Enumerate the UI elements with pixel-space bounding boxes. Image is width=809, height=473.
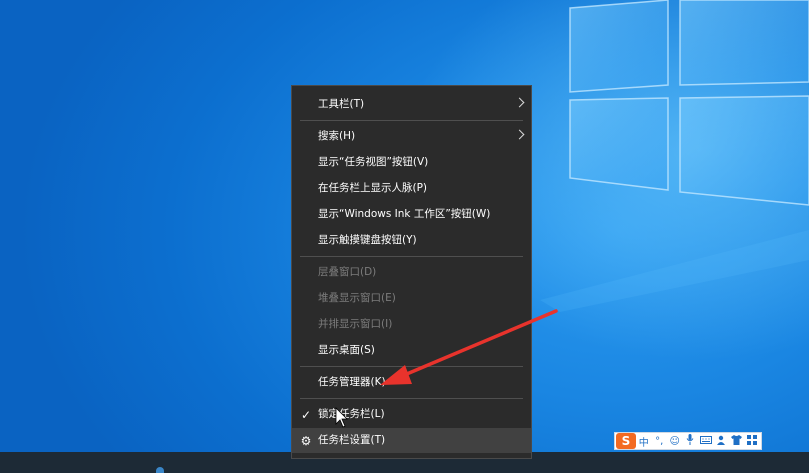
menu-item-label: 任务管理器(K): [318, 376, 386, 388]
grid-icon[interactable]: [745, 434, 761, 448]
chevron-right-icon: [514, 129, 525, 140]
menu-item-label: 显示“Windows Ink 工作区”按钮(W): [318, 208, 491, 220]
menu-item-show-touch-keyboard[interactable]: 显示触摸键盘按钮(Y): [292, 228, 531, 253]
menu-item-label: 任务栏设置(T): [318, 434, 386, 446]
menu-item-show-windows-ink-button[interactable]: 显示“Windows Ink 工作区”按钮(W): [292, 202, 531, 227]
menu-item-show-task-view-button[interactable]: 显示“任务视图”按钮(V): [292, 150, 531, 175]
checkmark-icon: ✓: [300, 407, 312, 422]
menu-item-show-people[interactable]: 在任务栏上显示人脉(P): [292, 176, 531, 201]
shirt-icon[interactable]: [729, 434, 745, 448]
menu-item-label: 显示桌面(S): [318, 344, 375, 356]
chevron-right-icon: [514, 97, 525, 108]
menu-item-label: 在任务栏上显示人脉(P): [318, 182, 428, 194]
menu-separator: [300, 398, 523, 399]
ime-toolbar[interactable]: S 中 °, ☺: [614, 432, 762, 450]
menu-item-search[interactable]: 搜索(H): [292, 124, 531, 149]
sogou-logo-icon[interactable]: S: [616, 433, 636, 449]
menu-item-label: 堆叠显示窗口(E): [318, 292, 396, 304]
menu-item-side-by-side-windows: 并排显示窗口(I): [292, 312, 531, 337]
menu-item-label: 并排显示窗口(I): [318, 318, 393, 330]
menu-item-label: 锁定任务栏(L): [318, 408, 385, 420]
emoji-icon[interactable]: ☺: [667, 436, 683, 447]
taskbar-app-indicator: [156, 467, 164, 473]
menu-item-toolbars[interactable]: 工具栏(T): [292, 92, 531, 117]
menu-item-label: 层叠窗口(D): [318, 266, 377, 278]
user-icon[interactable]: [714, 435, 730, 448]
menu-item-label: 工具栏(T): [318, 98, 365, 110]
menu-item-label: 显示“任务视图”按钮(V): [318, 156, 429, 168]
ime-mode-toggle[interactable]: 中: [636, 434, 652, 449]
taskbar-context-menu: 工具栏(T) 搜索(H) 显示“任务视图”按钮(V) 在任务栏上显示人脉(P) …: [291, 85, 532, 459]
menu-item-cascade-windows: 层叠窗口(D): [292, 260, 531, 285]
punctuation-toggle[interactable]: °,: [652, 436, 668, 447]
menu-item-stack-windows: 堆叠显示窗口(E): [292, 286, 531, 311]
menu-item-label: 搜索(H): [318, 130, 356, 142]
menu-item-task-manager[interactable]: 任务管理器(K): [292, 370, 531, 395]
menu-item-label: 显示触摸键盘按钮(Y): [318, 234, 417, 246]
menu-item-lock-taskbar[interactable]: ✓ 锁定任务栏(L): [292, 402, 531, 427]
menu-separator: [300, 366, 523, 367]
menu-item-taskbar-settings[interactable]: ⚙ 任务栏设置(T): [292, 428, 531, 453]
menu-separator: [300, 256, 523, 257]
menu-separator: [300, 120, 523, 121]
gear-icon: ⚙: [300, 433, 312, 448]
keyboard-icon[interactable]: [698, 435, 714, 447]
microphone-icon[interactable]: [683, 434, 699, 448]
menu-item-show-desktop[interactable]: 显示桌面(S): [292, 338, 531, 363]
